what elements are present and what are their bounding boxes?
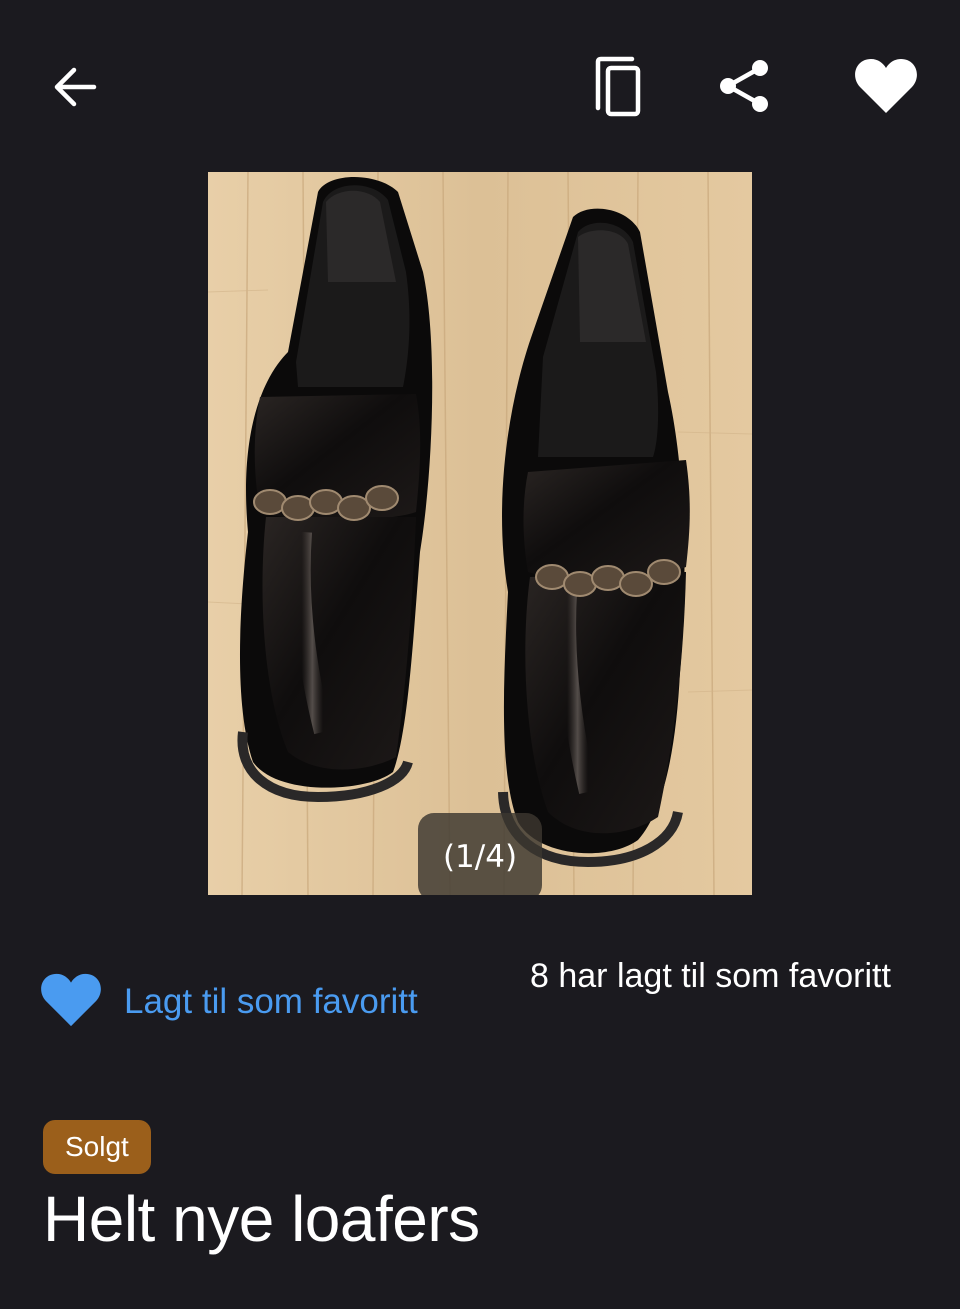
share-button[interactable] [708,50,780,122]
image-counter: (1/4) [418,813,542,895]
copy-icon [588,54,648,118]
product-image-gallery[interactable]: (1/4) [208,172,752,895]
favorite-label: Lagt til som favoritt [124,982,418,1021]
arrow-left-icon [50,62,100,112]
favorite-button[interactable] [846,46,926,126]
favorite-row: Lagt til som favoritt 8 har lagt til som… [0,950,960,1060]
top-app-bar [0,0,960,170]
back-button[interactable] [40,52,110,122]
heart-filled-icon [40,972,102,1032]
share-icon [714,56,774,116]
status-badge: Solgt [43,1120,151,1174]
favorite-toggle[interactable]: Lagt til som favoritt [40,970,418,1034]
heart-filled-icon [854,57,918,115]
listing-title: Helt nye loafers [43,1183,480,1255]
favorite-count-text: 8 har lagt til som favoritt [530,957,891,995]
product-photo [208,172,752,895]
copy-button[interactable] [582,50,654,122]
